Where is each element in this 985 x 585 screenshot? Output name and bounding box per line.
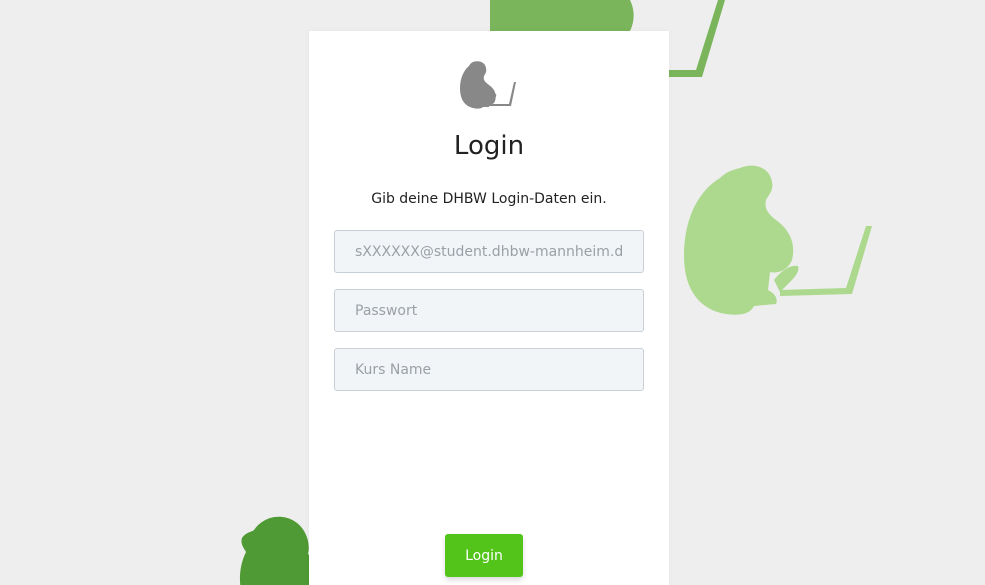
password-field[interactable] xyxy=(334,289,644,332)
login-button[interactable]: Login xyxy=(445,534,523,577)
login-instructions: Gib deine DHBW Login-Daten ein. xyxy=(371,191,607,207)
monkey-laptop-decoration-right xyxy=(684,165,872,315)
login-card: Login Gib deine DHBW Login-Daten ein. Lo… xyxy=(309,31,669,585)
monkey-laptop-icon xyxy=(460,61,516,109)
email-field[interactable] xyxy=(334,230,644,273)
page-title: Login xyxy=(453,131,525,161)
course-name-field[interactable] xyxy=(334,348,644,391)
login-page: Login Gib deine DHBW Login-Daten ein. Lo… xyxy=(0,0,985,585)
